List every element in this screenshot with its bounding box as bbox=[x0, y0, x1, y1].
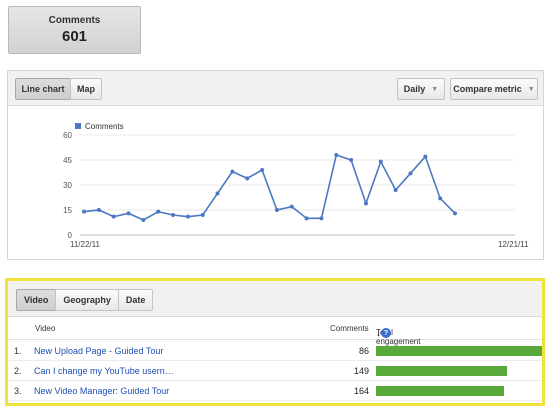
data-point bbox=[260, 168, 265, 172]
table-header: Video Comments Total engagement ↓ ? bbox=[8, 318, 542, 346]
data-point bbox=[423, 154, 428, 159]
data-point bbox=[363, 201, 368, 206]
y-tick-label: 30 bbox=[63, 181, 72, 190]
engagement-bar bbox=[376, 386, 504, 396]
data-point bbox=[215, 191, 220, 196]
data-point bbox=[438, 196, 443, 201]
data-point bbox=[156, 209, 161, 214]
tab-video[interactable]: Video bbox=[16, 289, 57, 311]
video-column-header[interactable]: Video bbox=[35, 324, 55, 333]
compare-metric-dropdown[interactable]: Compare metric ▼ bbox=[450, 78, 538, 100]
data-point bbox=[289, 204, 294, 209]
table-row: 3. New Video Manager: Guided Tour 164 bbox=[8, 381, 542, 401]
y-tick-label: 15 bbox=[63, 206, 72, 215]
chart-panel: Line chart Map Daily ▼ Compare metric ▼ … bbox=[7, 70, 544, 260]
line-chart-button[interactable]: Line chart bbox=[15, 78, 71, 100]
row-comments-value: 164 bbox=[353, 386, 369, 396]
table-row: 2. Can I change my YouTube usern… 149 bbox=[8, 361, 542, 381]
line-chart: 0 15 30 45 60 11/22/11 12/21/11 Comments bbox=[63, 122, 529, 249]
data-point bbox=[334, 153, 339, 157]
tab-geography[interactable]: Geography bbox=[55, 289, 119, 311]
period-dropdown[interactable]: Daily ▼ bbox=[397, 78, 445, 100]
data-point bbox=[171, 213, 176, 217]
y-tick-label: 0 bbox=[68, 231, 73, 240]
tab-date-label: Date bbox=[125, 295, 146, 305]
data-point bbox=[96, 208, 101, 212]
table-toolbar: Video Geography Date bbox=[8, 281, 542, 317]
row-comments-value: 86 bbox=[358, 346, 369, 356]
tab-date[interactable]: Date bbox=[117, 289, 154, 311]
line-chart-button-label: Line chart bbox=[21, 84, 65, 94]
data-point bbox=[304, 216, 309, 221]
data-point bbox=[378, 159, 383, 164]
data-point bbox=[319, 216, 324, 221]
compare-metric-label: Compare metric bbox=[453, 84, 522, 94]
period-dropdown-label: Daily bbox=[403, 84, 426, 94]
data-point bbox=[453, 211, 457, 216]
data-point bbox=[82, 209, 86, 214]
data-point bbox=[349, 158, 354, 162]
video-title-link[interactable]: Can I change my YouTube usern… bbox=[34, 366, 174, 376]
help-icon[interactable]: ? bbox=[381, 328, 391, 338]
x-tick-label: 12/21/11 bbox=[498, 240, 529, 249]
comments-metric-card[interactable]: Comments 601 bbox=[8, 6, 141, 54]
chart-toolbar: Line chart Map Daily ▼ Compare metric ▼ bbox=[8, 71, 543, 106]
video-title-link[interactable]: New Video Manager: Guided Tour bbox=[34, 386, 169, 396]
legend-swatch bbox=[75, 123, 81, 129]
chevron-down-icon: ▼ bbox=[527, 85, 535, 93]
chevron-down-icon: ▼ bbox=[431, 85, 439, 93]
row-comments-value: 149 bbox=[353, 366, 369, 376]
data-point bbox=[185, 214, 190, 219]
row-number: 1. bbox=[14, 346, 22, 356]
video-title-link[interactable]: New Upload Page - Guided Tour bbox=[34, 346, 163, 356]
x-tick-label: 11/22/11 bbox=[70, 240, 101, 249]
metric-value: 601 bbox=[61, 28, 88, 45]
data-point bbox=[408, 171, 413, 176]
top-videos-table: Video Geography Date Video Comments Tota… bbox=[5, 278, 545, 406]
dimension-tabs: Video Geography Date bbox=[16, 289, 154, 311]
legend-label: Comments bbox=[85, 122, 124, 131]
data-point bbox=[141, 218, 146, 222]
metric-label: Comments bbox=[48, 15, 101, 26]
data-point bbox=[126, 211, 131, 216]
data-point bbox=[111, 214, 116, 219]
tab-video-label: Video bbox=[24, 295, 49, 305]
row-number: 3. bbox=[14, 386, 22, 396]
data-point bbox=[200, 213, 205, 217]
data-point bbox=[230, 169, 235, 174]
tab-geography-label: Geography bbox=[63, 295, 111, 305]
engagement-bar bbox=[376, 346, 542, 356]
table-row: 1. New Upload Page - Guided Tour 86 bbox=[8, 341, 542, 361]
engagement-bar bbox=[376, 366, 508, 376]
data-point bbox=[393, 188, 398, 192]
data-point bbox=[245, 176, 250, 181]
data-point bbox=[274, 208, 279, 212]
row-number: 2. bbox=[14, 366, 22, 376]
y-tick-label: 45 bbox=[63, 156, 72, 165]
map-button-label: Map bbox=[77, 84, 95, 94]
map-button[interactable]: Map bbox=[70, 78, 102, 100]
comments-column-header[interactable]: Comments bbox=[330, 324, 369, 333]
y-tick-label: 60 bbox=[63, 131, 72, 140]
